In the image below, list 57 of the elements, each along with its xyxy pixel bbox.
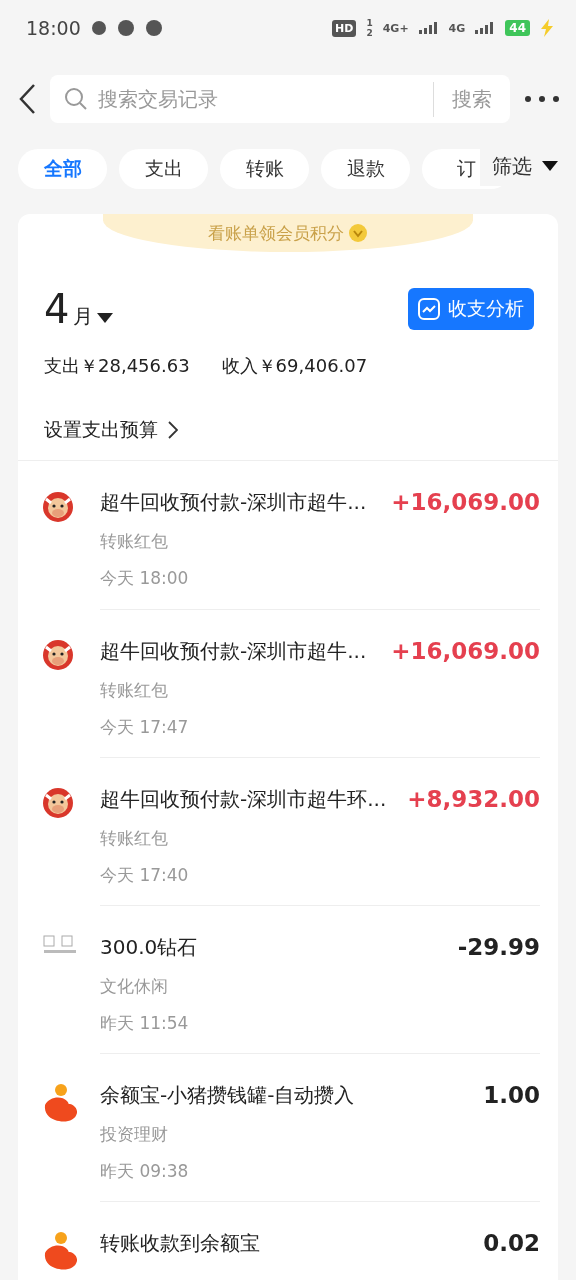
network-label: 4G+ bbox=[382, 21, 409, 35]
network-label: 4G bbox=[448, 21, 466, 35]
transaction-amount: +8,932.00 bbox=[406, 786, 540, 814]
battery-level: 44 bbox=[505, 20, 530, 36]
transaction-title: 超牛回收预付款-深圳市超牛... bbox=[100, 638, 368, 665]
notification-icon bbox=[144, 19, 163, 37]
cow-logo-icon bbox=[42, 491, 74, 523]
transaction-category: 投资理财 bbox=[100, 1123, 169, 1146]
filter-tab[interactable]: 全部 bbox=[18, 149, 107, 189]
transaction-time: 昨天 11:54 bbox=[100, 1012, 190, 1035]
transaction-title: 超牛回收预付款-深圳市超牛环... bbox=[100, 786, 388, 813]
sim-label: 1 bbox=[366, 18, 373, 28]
chart-icon bbox=[418, 298, 440, 320]
sim-label: 2 bbox=[366, 28, 373, 38]
transaction-category: 转账红包 bbox=[100, 530, 169, 553]
transaction-time: 今天 17:40 bbox=[100, 864, 190, 887]
signal-icon bbox=[418, 22, 439, 34]
budget-link[interactable]: 设置支出预算 bbox=[44, 400, 178, 460]
expense-total: 支出￥28,456.63 bbox=[44, 354, 190, 378]
transaction-category: 转账红包 bbox=[100, 827, 169, 850]
filter-tab[interactable]: 支出 bbox=[119, 149, 208, 189]
dropdown-caret-icon bbox=[542, 161, 558, 171]
cow-logo-icon bbox=[42, 787, 74, 819]
analysis-button[interactable]: 收支分析 bbox=[408, 288, 534, 330]
cow-logo-icon bbox=[42, 639, 74, 671]
month-selector[interactable]: 4 月 bbox=[44, 286, 114, 332]
transaction-time: 今天 18:00 bbox=[100, 567, 190, 590]
notification-icon bbox=[116, 19, 135, 37]
transaction-title: 300.0钻石 bbox=[100, 934, 199, 961]
search-icon bbox=[64, 87, 88, 111]
text-logo-icon bbox=[42, 935, 78, 955]
transaction-amount: -29.99 bbox=[456, 934, 540, 962]
hd-badge: HD bbox=[332, 19, 357, 37]
transaction-category: 转账红包 bbox=[100, 679, 169, 702]
back-icon[interactable] bbox=[18, 83, 38, 115]
transaction-amount: +16,069.00 bbox=[390, 638, 540, 666]
transaction-amount: +16,069.00 bbox=[390, 489, 540, 517]
notification-icon bbox=[90, 20, 107, 36]
charging-icon bbox=[540, 19, 554, 37]
transaction-category: 文化休闲 bbox=[100, 975, 169, 998]
transaction-title: 余额宝-小猪攒钱罐-自动攒入 bbox=[100, 1082, 356, 1109]
transaction-amount: 1.00 bbox=[482, 1082, 540, 1110]
transaction-title: 转账收款到余额宝 bbox=[100, 1230, 261, 1257]
piggy-fund-icon bbox=[42, 1231, 80, 1271]
transaction-title: 超牛回收预付款-深圳市超牛... bbox=[100, 489, 368, 516]
transaction-amount: 0.02 bbox=[482, 1230, 540, 1258]
income-total: 收入￥69,406.07 bbox=[221, 354, 368, 378]
transaction-time: 昨天 09:38 bbox=[100, 1160, 190, 1183]
status-time: 18:00 bbox=[26, 17, 81, 39]
piggy-fund-icon bbox=[42, 1083, 80, 1123]
coin-icon bbox=[348, 223, 368, 243]
dropdown-caret-icon bbox=[97, 313, 114, 323]
filter-tab[interactable]: 转账 bbox=[220, 149, 309, 189]
chevron-right-icon bbox=[168, 421, 178, 439]
filter-tab[interactable]: 退款 bbox=[321, 149, 410, 189]
signal-icon bbox=[475, 22, 496, 34]
transaction-time: 今天 17:47 bbox=[100, 716, 190, 739]
